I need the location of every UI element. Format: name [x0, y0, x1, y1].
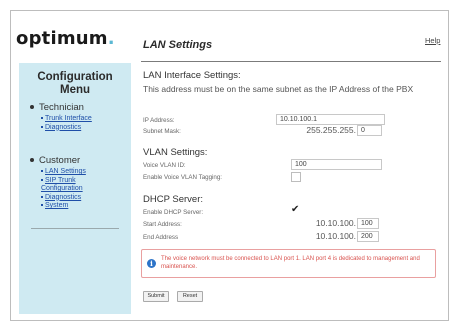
sidebar-item-lan-settings[interactable]: LAN Settings [41, 168, 101, 177]
info-icon: i [147, 259, 156, 268]
menu-title-line1: Configuration [37, 71, 113, 83]
link-lan-settings[interactable]: LAN Settings [45, 168, 86, 175]
lan-heading: LAN Interface Settings: [143, 70, 241, 81]
sub-bullet-icon [41, 204, 43, 207]
lan-port-notice: i The voice network must be connected to… [141, 249, 436, 278]
sidebar-item-system[interactable]: System [41, 202, 101, 211]
subnet-mask-input[interactable]: 0 [357, 125, 382, 136]
configuration-sidebar: Configuration Menu Technician Trunk Inte… [19, 63, 131, 314]
sidebar-item-sip-trunk[interactable]: SIP Trunk Configuration [41, 177, 101, 194]
link-diagnostics-tech[interactable]: Diagnostics [45, 124, 81, 131]
sidebar-item-trunk-interface[interactable]: Trunk Interface [41, 115, 92, 124]
section-technician-label: Technician [39, 102, 84, 113]
link-trunk-interface[interactable]: Trunk Interface [45, 115, 92, 122]
menu-title-line2: Menu [59, 84, 91, 96]
help-link[interactable]: Help [425, 36, 440, 45]
end-address-prefix: 10.10.100. [315, 231, 356, 241]
link-system[interactable]: System [45, 202, 68, 209]
bullet-icon [30, 158, 34, 163]
subnet-mask-prefix: 255.255.255. [306, 125, 356, 135]
vlan-tagging-label: Enable Voice VLAN Tagging: [143, 174, 223, 181]
reset-button[interactable]: Reset [177, 291, 203, 302]
customer-links: LAN Settings SIP Trunk Configuration Dia… [41, 168, 101, 211]
sidebar-divider [31, 228, 119, 229]
notice-text: The voice network must be connected to L… [161, 256, 420, 270]
ip-address-input[interactable]: 10.10.100.1 [276, 114, 385, 125]
section-technician: Technician [30, 102, 84, 113]
ip-address-label: IP Address: [143, 117, 175, 124]
technician-links: Trunk Interface Diagnostics [41, 115, 92, 132]
subnet-mask-label: Subnet Mask: [143, 128, 181, 135]
voice-vlan-id-label: Voice VLAN ID: [143, 162, 186, 169]
section-customer-label: Customer [39, 155, 81, 166]
start-address-label: Start Address: [143, 221, 182, 228]
sub-bullet-icon [41, 170, 43, 173]
checkmark-icon: ✔ [291, 204, 300, 215]
section-customer: Customer [30, 155, 80, 166]
sub-bullet-icon [41, 195, 43, 198]
link-diagnostics-cust[interactable]: Diagnostics [45, 194, 81, 201]
vlan-tagging-checkbox[interactable] [291, 172, 301, 182]
sidebar-item-diagnostics-tech[interactable]: Diagnostics [41, 124, 92, 133]
link-sip-trunk-configuration[interactable]: SIP Trunk Configuration [41, 177, 83, 193]
start-address-input[interactable]: 100 [357, 218, 379, 229]
logo-dot: . [107, 28, 115, 49]
optimum-logo: optimum. [16, 28, 115, 49]
start-address-prefix: 10.10.100. [315, 218, 356, 228]
dhcp-heading: DHCP Server: [143, 194, 204, 205]
sub-bullet-icon [41, 125, 43, 128]
lan-description: This address must be on the same subnet … [143, 84, 414, 94]
menu-title: Configuration Menu [19, 71, 131, 97]
title-divider [141, 61, 441, 62]
submit-button[interactable]: Submit [143, 291, 169, 302]
end-address-input[interactable]: 200 [357, 231, 379, 242]
sidebar-item-diagnostics-cust[interactable]: Diagnostics [41, 194, 101, 203]
bullet-icon [30, 105, 34, 110]
sub-bullet-icon [41, 178, 43, 181]
enable-dhcp-label: Enable DHCP Server: [143, 209, 204, 216]
vlan-heading: VLAN Settings: [143, 147, 208, 158]
logo-text: optimum [16, 28, 108, 49]
end-address-label: End Address [143, 234, 179, 241]
sub-bullet-icon [41, 117, 43, 120]
enable-dhcp-checkbox[interactable]: ✔ [291, 205, 299, 215]
voice-vlan-id-input[interactable]: 100 [291, 159, 382, 170]
page-title: LAN Settings [143, 39, 213, 51]
